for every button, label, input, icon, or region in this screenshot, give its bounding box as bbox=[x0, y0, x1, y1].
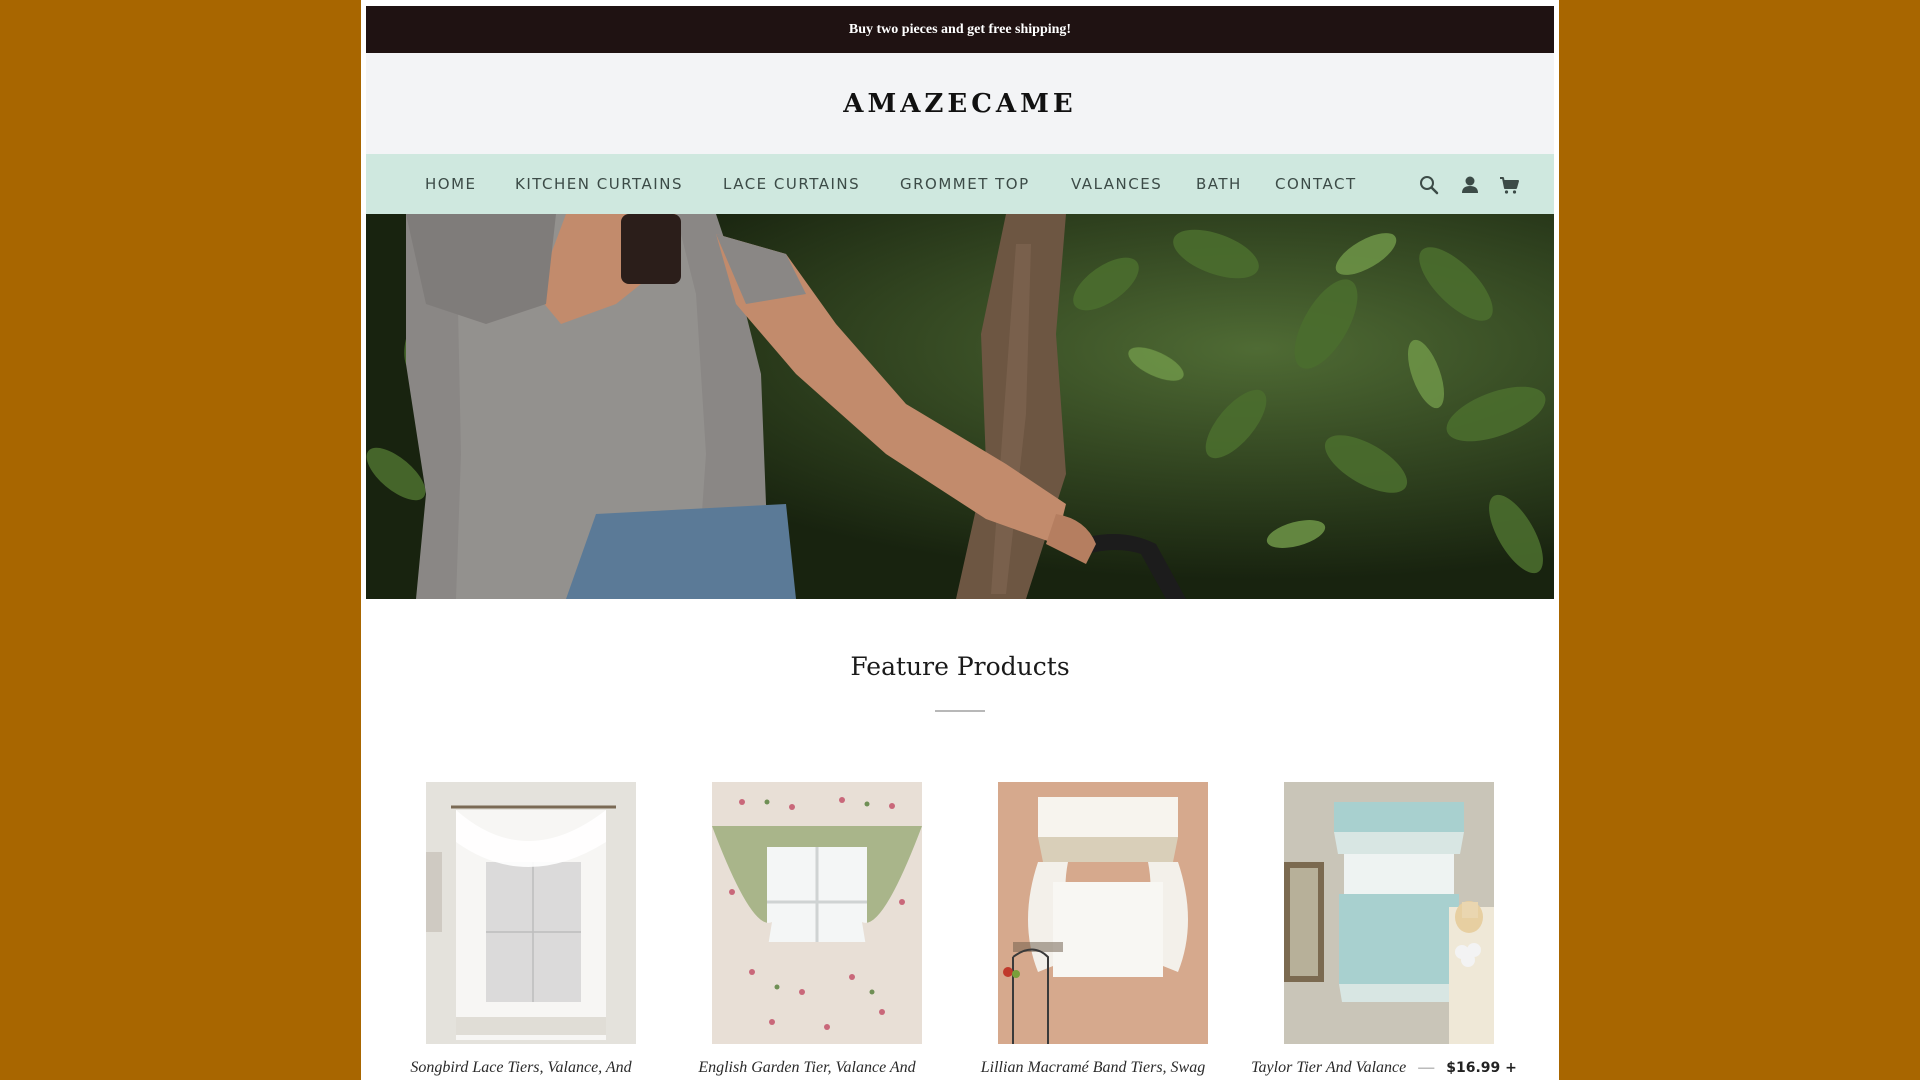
search-icon[interactable] bbox=[1418, 174, 1440, 196]
product-name[interactable]: Lillian Macramé Band Tiers, Swag bbox=[933, 1059, 1253, 1077]
nav-item-home[interactable]: HOME bbox=[425, 154, 477, 214]
product-name[interactable]: Songbird Lace Tiers, Valance, And bbox=[361, 1059, 681, 1077]
nav-item-kitchen-curtains[interactable]: KITCHEN CURTAINS bbox=[515, 154, 683, 214]
nav-item-bath[interactable]: BATH bbox=[1196, 154, 1242, 214]
cart-icon[interactable] bbox=[1498, 174, 1520, 196]
title-divider bbox=[935, 710, 985, 712]
nav-item-grommet-top[interactable]: GROMMET TOP bbox=[900, 154, 1030, 214]
product-image[interactable] bbox=[426, 782, 636, 1044]
main-nav: HOME KITCHEN CURTAINS LACE CURTAINS GROM… bbox=[366, 154, 1554, 214]
hero-banner-image bbox=[366, 214, 1554, 599]
nav-item-lace-curtains[interactable]: LACE CURTAINS bbox=[723, 154, 860, 214]
product-name-row[interactable]: Taylor Tier And Valance — $16.99 + bbox=[1219, 1059, 1549, 1077]
product-card[interactable]: Taylor Tier And Valance — $16.99 + bbox=[1219, 782, 1517, 1076]
announcement-text: Buy two pieces and get free shipping! bbox=[848, 21, 1072, 37]
product-card[interactable]: Songbird Lace Tiers, Valance, And bbox=[361, 782, 636, 1076]
site-header: AMAZECAME bbox=[366, 53, 1554, 154]
price-separator: — bbox=[1418, 1059, 1435, 1076]
product-card[interactable]: Lillian Macramé Band Tiers, Swag bbox=[933, 782, 1208, 1076]
product-card[interactable]: English Garden Tier, Valance And bbox=[647, 782, 922, 1076]
product-image[interactable] bbox=[998, 782, 1208, 1044]
nav-item-contact[interactable]: CONTACT bbox=[1275, 154, 1357, 214]
page-container: Buy two pieces and get free shipping! AM… bbox=[361, 0, 1559, 1080]
product-name[interactable]: English Garden Tier, Valance And bbox=[647, 1059, 967, 1077]
announcement-bar[interactable]: Buy two pieces and get free shipping! bbox=[366, 6, 1554, 53]
product-image[interactable] bbox=[712, 782, 922, 1044]
product-price: $16.99 + bbox=[1446, 1060, 1517, 1076]
product-name[interactable]: Taylor Tier And Valance bbox=[1251, 1059, 1406, 1076]
featured-section-title: Feature Products bbox=[850, 652, 1070, 681]
account-icon[interactable] bbox=[1459, 174, 1481, 196]
nav-item-valances[interactable]: VALANCES bbox=[1071, 154, 1162, 214]
site-logo[interactable]: AMAZECAME bbox=[843, 89, 1076, 119]
product-image[interactable] bbox=[1284, 782, 1494, 1044]
